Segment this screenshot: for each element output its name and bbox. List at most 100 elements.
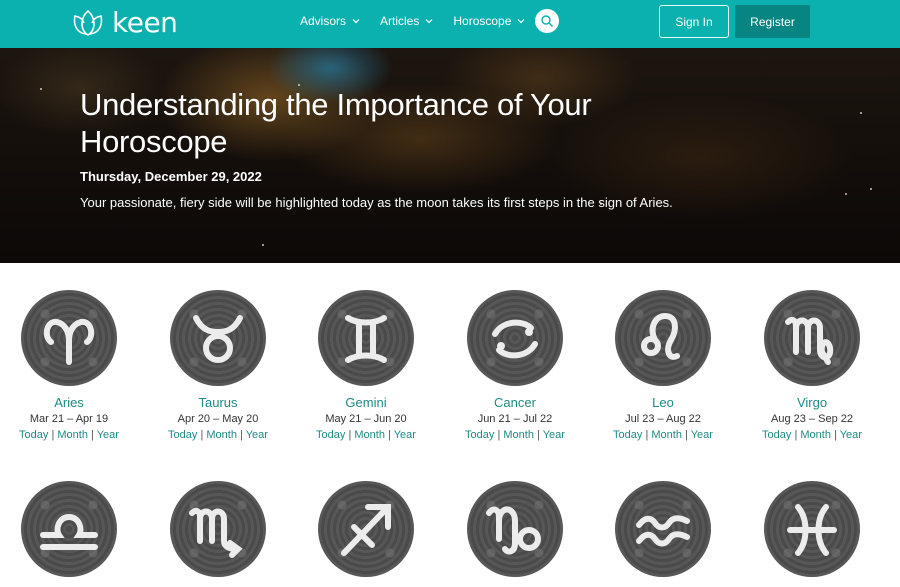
taurus-icon xyxy=(193,315,243,363)
virgo-icon xyxy=(785,316,834,365)
sign-name[interactable]: Cancer xyxy=(445,395,585,411)
link-today[interactable]: Today xyxy=(465,429,494,441)
separator: | xyxy=(794,429,798,441)
separator: | xyxy=(834,429,837,441)
star-decoration xyxy=(870,188,872,190)
zodiac-grid: Aries Mar 21 – Apr 19 Today | Month | Ye… xyxy=(0,263,900,587)
link-year[interactable]: Year xyxy=(691,429,713,441)
link-month[interactable]: Month xyxy=(651,429,682,441)
chevron-down-icon xyxy=(517,19,525,24)
link-month[interactable]: Month xyxy=(354,429,385,441)
leo-icon xyxy=(641,312,680,360)
link-today[interactable]: Today xyxy=(613,429,642,441)
sign-dates: Jun 21 – Jul 22 xyxy=(477,413,553,425)
sign-badge[interactable] xyxy=(615,481,711,577)
star-decoration xyxy=(845,193,847,195)
separator: | xyxy=(685,429,688,441)
scorpio-icon xyxy=(189,507,243,558)
separator: | xyxy=(200,429,204,441)
search-button[interactable] xyxy=(535,9,559,33)
sign-card-aries: Aries Mar 21 – Apr 19 Today | Month | Ye… xyxy=(0,290,139,443)
sign-in-button[interactable]: Sign In xyxy=(659,5,729,38)
lotus-icon xyxy=(73,9,103,36)
separator: | xyxy=(348,429,352,441)
link-month[interactable]: Month xyxy=(503,429,534,441)
cancer-icon xyxy=(492,319,538,359)
sign-period-links: Today | Month | Year xyxy=(742,427,882,443)
sign-dates: Apr 20 – May 20 xyxy=(177,413,259,425)
link-month[interactable]: Month xyxy=(800,429,831,441)
sign-name[interactable]: Taurus xyxy=(148,395,288,411)
sign-name[interactable]: Leo xyxy=(593,395,733,411)
sign-badge[interactable] xyxy=(467,290,563,386)
nav-horoscope[interactable]: Horoscope xyxy=(453,14,525,28)
link-month[interactable]: Month xyxy=(206,429,237,441)
page-title: Understanding the Importance of Your Hor… xyxy=(80,87,592,159)
link-today[interactable]: Today xyxy=(19,429,48,441)
separator: | xyxy=(388,429,391,441)
sign-period-links: Today | Month | Year xyxy=(0,427,139,443)
sagittarius-icon xyxy=(341,504,391,556)
main-nav: Advisors Articles Horoscope xyxy=(300,0,545,42)
sign-dates: May 21 – Jun 20 xyxy=(325,413,407,425)
horoscope-summary: Your passionate, fiery side will be high… xyxy=(80,195,673,210)
sign-badge[interactable] xyxy=(318,481,414,577)
sign-name[interactable]: Virgo xyxy=(742,395,882,411)
sign-card-scorpio xyxy=(148,481,288,577)
sign-period-links: Today | Month | Year xyxy=(296,427,436,443)
separator: | xyxy=(497,429,501,441)
separator: | xyxy=(537,429,540,441)
sign-badge[interactable] xyxy=(318,290,414,386)
sign-badge[interactable] xyxy=(170,481,266,577)
sign-period-links: Today | Month | Year xyxy=(593,427,733,443)
separator: | xyxy=(91,429,94,441)
sign-card-taurus: Taurus Apr 20 – May 20 Today | Month | Y… xyxy=(148,290,288,443)
link-today[interactable]: Today xyxy=(168,429,197,441)
link-today[interactable]: Today xyxy=(316,429,345,441)
star-decoration xyxy=(40,88,42,90)
nav-horoscope-label: Horoscope xyxy=(453,14,512,28)
link-year[interactable]: Year xyxy=(394,429,416,441)
aquarius-icon xyxy=(636,515,690,547)
sign-badge[interactable] xyxy=(170,290,266,386)
link-year[interactable]: Year xyxy=(840,429,862,441)
register-button[interactable]: Register xyxy=(735,5,810,38)
sign-badge[interactable] xyxy=(615,290,711,386)
star-decoration xyxy=(262,244,264,246)
link-year[interactable]: Year xyxy=(246,429,268,441)
keen-logo[interactable]: keen xyxy=(70,6,178,39)
link-year[interactable]: Year xyxy=(543,429,565,441)
sign-card-capricorn xyxy=(445,481,585,577)
separator: | xyxy=(240,429,243,441)
link-month[interactable]: Month xyxy=(57,429,88,441)
link-year[interactable]: Year xyxy=(97,429,119,441)
sign-period-links: Today | Month | Year xyxy=(445,427,585,443)
sign-card-aquarius xyxy=(593,481,733,577)
separator: | xyxy=(645,429,649,441)
gemini-icon xyxy=(345,315,387,363)
sign-dates: Mar 21 – Apr 19 xyxy=(29,413,109,425)
nav-articles[interactable]: Articles xyxy=(380,14,433,28)
hero-banner: Understanding the Importance of Your Hor… xyxy=(0,48,900,263)
sign-name[interactable]: Gemini xyxy=(296,395,436,411)
sign-badge[interactable] xyxy=(764,481,860,577)
brand-name: keen xyxy=(112,6,178,39)
sign-badge[interactable] xyxy=(21,290,117,386)
sign-card-sagittarius xyxy=(296,481,436,577)
sign-card-leo: Leo Jul 23 – Aug 22 Today | Month | Year xyxy=(593,290,733,443)
capricorn-icon xyxy=(486,506,541,555)
libra-icon xyxy=(40,513,98,550)
nav-articles-label: Articles xyxy=(380,14,420,28)
sign-badge[interactable] xyxy=(764,290,860,386)
chevron-down-icon xyxy=(425,19,433,24)
horoscope-date: Thursday, December 29, 2022 xyxy=(80,169,262,184)
sign-card-pisces xyxy=(742,481,882,577)
sign-dates: Aug 23 – Sep 22 xyxy=(771,413,853,425)
sign-name[interactable]: Aries xyxy=(0,395,139,411)
sign-badge[interactable] xyxy=(467,481,563,577)
link-today[interactable]: Today xyxy=(762,429,791,441)
nav-advisors[interactable]: Advisors xyxy=(300,14,360,28)
sign-badge[interactable] xyxy=(21,481,117,577)
pisces-icon xyxy=(787,504,837,556)
sign-dates: Jul 23 – Aug 22 xyxy=(625,413,701,425)
